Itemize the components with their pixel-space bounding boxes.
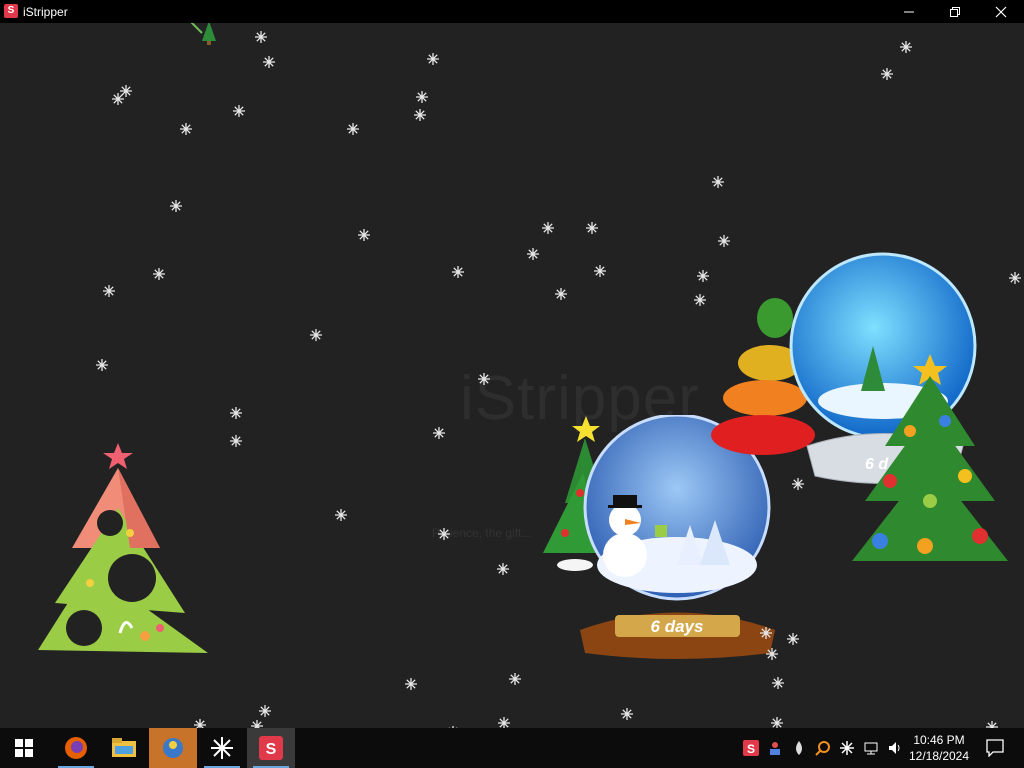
snowflake-icon xyxy=(760,627,772,639)
snowflake-icon xyxy=(194,719,206,728)
snowflake-icon xyxy=(694,294,706,306)
clock-date: 12/18/2024 xyxy=(908,749,970,763)
desktop-area[interactable]: iStripper Patience, the gift... 6 days 6… xyxy=(0,23,1024,728)
taskbar-app[interactable] xyxy=(149,728,197,768)
snowflake-icon xyxy=(170,200,182,212)
snowflake-icon xyxy=(414,109,426,121)
taskbar-istripper[interactable]: S xyxy=(247,728,295,768)
snowflake-icon xyxy=(1009,272,1021,284)
snowflake-icon xyxy=(120,85,132,97)
clock-time: 10:46 PM xyxy=(913,733,965,747)
taskbar-clock[interactable]: 10:46 PM 12/18/2024 xyxy=(904,732,974,764)
snowflake-icon xyxy=(771,717,783,728)
close-icon xyxy=(995,6,1007,18)
istripper-tray-icon[interactable]: S xyxy=(743,740,759,756)
snowflake-icon xyxy=(255,31,267,43)
snowflake-icon xyxy=(211,737,233,759)
snowflake-icon xyxy=(438,528,450,540)
network-icon[interactable] xyxy=(863,740,879,756)
snowflake-icon xyxy=(527,248,539,260)
window-title: iStripper xyxy=(23,5,68,19)
snowflake-icon xyxy=(555,288,567,300)
snowflake-icon xyxy=(478,373,490,385)
windows-logo-icon xyxy=(15,739,33,757)
snowflake-icon xyxy=(986,721,998,728)
folder-icon xyxy=(112,738,136,757)
start-button[interactable] xyxy=(0,728,48,768)
search-tray-icon[interactable] xyxy=(815,740,831,756)
snowflake-icon xyxy=(712,176,724,188)
snowflake-icon xyxy=(259,705,271,717)
snowflake-icon xyxy=(497,563,509,575)
restore-button[interactable] xyxy=(932,0,978,23)
snowflake-icon xyxy=(180,123,192,135)
snowflake-tray-icon[interactable] xyxy=(839,740,855,756)
snowflake-icon xyxy=(594,265,606,277)
taskbar-file-explorer[interactable] xyxy=(100,728,148,768)
window-titlebar: S iStripper xyxy=(0,0,1024,23)
snowflake-icon xyxy=(233,105,245,117)
taskbar: S S 10:46 PM 12/18/2024 xyxy=(0,728,1024,768)
taskbar-firefox[interactable] xyxy=(52,728,100,768)
snowflake-icon xyxy=(718,235,730,247)
snowflake-icon xyxy=(900,41,912,53)
christmas-tree-cursor-icon xyxy=(190,23,216,45)
snowflake-icon xyxy=(452,266,464,278)
snowflake-icon xyxy=(251,720,263,728)
close-button[interactable] xyxy=(978,0,1024,23)
countdown-label: 6 days xyxy=(651,617,704,636)
snowflake-icon xyxy=(96,359,108,371)
snowflake-icon xyxy=(153,268,165,280)
snowflake-icon xyxy=(263,56,275,68)
svg-text:S: S xyxy=(266,741,277,758)
snowflake-icon xyxy=(881,68,893,80)
action-center-icon xyxy=(986,739,1004,757)
snowflake-icon xyxy=(230,407,242,419)
snowflake-icon xyxy=(358,229,370,241)
taskbar-snowflake-app[interactable] xyxy=(198,728,246,768)
istripper-icon: S xyxy=(259,736,283,760)
snowflake-icon xyxy=(310,329,322,341)
snowflake-icon xyxy=(335,509,347,521)
minimize-button[interactable] xyxy=(886,0,932,23)
snowflake-icon xyxy=(103,285,115,297)
snowflake-icon xyxy=(697,270,709,282)
snowflake-icon xyxy=(347,123,359,135)
snowflake-icon xyxy=(433,427,445,439)
snowflake-icon xyxy=(766,648,778,660)
snowflake-icon xyxy=(772,677,784,689)
snowflake-icon xyxy=(787,633,799,645)
snowflake-icon xyxy=(230,435,242,447)
svg-text:S: S xyxy=(747,742,755,756)
snowflake-icon xyxy=(416,91,428,103)
drop-icon[interactable] xyxy=(791,740,807,756)
snowflake-icon xyxy=(792,478,804,490)
snowflake-icon xyxy=(621,708,633,720)
istripper-app-icon: S xyxy=(4,4,18,18)
minimize-icon xyxy=(904,11,914,13)
firefox-icon xyxy=(65,737,87,759)
decorated-christmas-tree xyxy=(852,354,1008,561)
snowflake-icon xyxy=(405,678,417,690)
restore-icon xyxy=(950,7,960,17)
paper-christmas-tree xyxy=(38,443,208,653)
snowflake-icon xyxy=(427,53,439,65)
snowflake-icon xyxy=(586,222,598,234)
snowflake-icon xyxy=(509,673,521,685)
app-icon xyxy=(163,738,183,758)
snowflake-icon xyxy=(498,717,510,728)
volume-icon[interactable] xyxy=(887,740,903,756)
snowflake-icon xyxy=(542,222,554,234)
action-center-button[interactable] xyxy=(975,728,1015,768)
people-icon[interactable] xyxy=(767,740,783,756)
